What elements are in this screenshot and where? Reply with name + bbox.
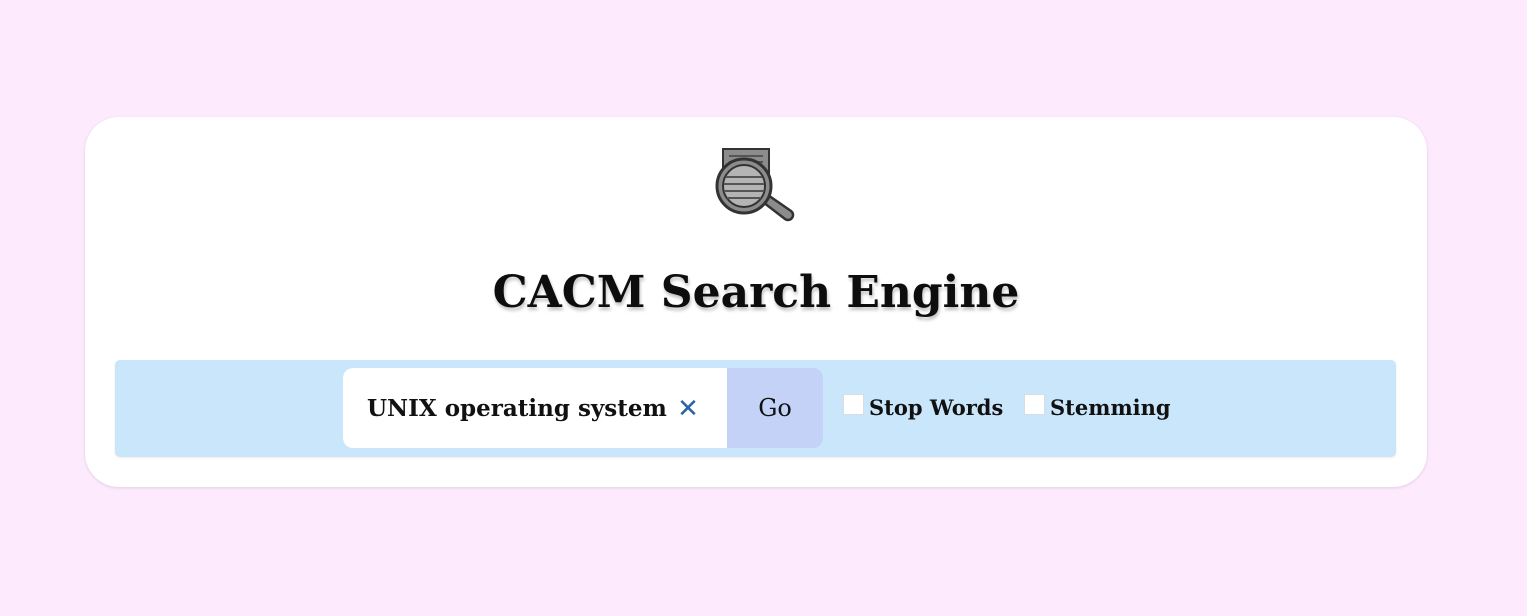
stop-words-checkbox[interactable] — [843, 393, 864, 415]
go-button[interactable]: Go — [727, 368, 823, 448]
search-input[interactable] — [367, 390, 687, 426]
page-title: CACM Search Engine — [492, 267, 1020, 318]
search-input-wrapper: ✕ — [343, 368, 728, 448]
stemming-label: Stemming — [1050, 394, 1171, 420]
stop-words-option[interactable]: Stop Words — [843, 392, 1003, 422]
stemming-checkbox[interactable] — [1024, 393, 1045, 415]
close-icon[interactable]: ✕ — [675, 394, 701, 424]
search-card: CACM Search Engine ✕ Go Stop Words Stemm… — [85, 117, 1427, 487]
stemming-option[interactable]: Stemming — [1024, 392, 1171, 422]
stop-words-label: Stop Words — [869, 394, 1004, 420]
document-magnifier-icon — [715, 147, 799, 229]
search-bar: ✕ Go Stop Words Stemming — [115, 360, 1396, 457]
